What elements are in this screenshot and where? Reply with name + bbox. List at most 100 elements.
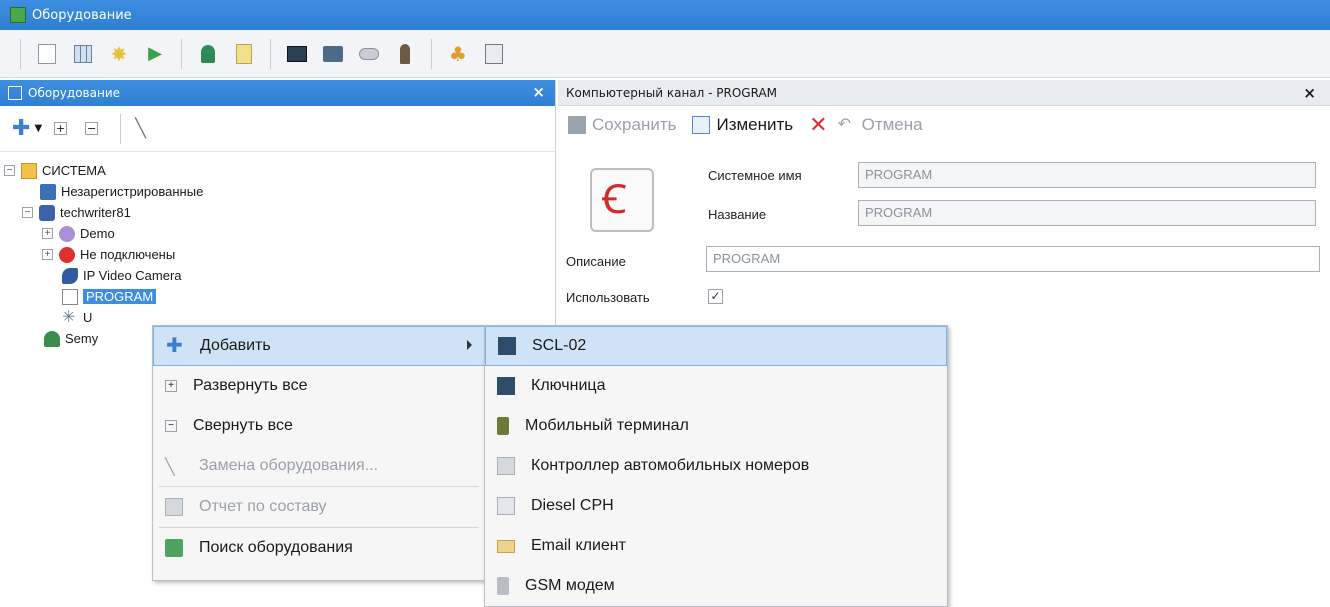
menu-item-label: Добавить [200, 337, 271, 354]
person-icon[interactable] [392, 41, 418, 67]
gsm-modem-icon [497, 577, 509, 595]
add-icon[interactable]: ✚ [12, 116, 30, 141]
menu-item-label: Замена оборудования... [199, 457, 379, 474]
users-icon[interactable]: ♣ [445, 41, 471, 67]
panel-icon [8, 86, 22, 100]
report-icon[interactable] [481, 41, 507, 67]
description-field[interactable]: PROGRAM [706, 246, 1320, 272]
submenu-item-plate-controller[interactable]: Контроллер автомобильных номеров [485, 446, 947, 486]
save-button[interactable]: Сохранить [568, 115, 676, 135]
edit-icon [692, 116, 711, 134]
operator-icon [44, 330, 60, 347]
undo-icon: ↶ [837, 116, 852, 133]
tree-node-unregistered[interactable]: Незарегистрированные [4, 181, 555, 202]
equipment-panel-title: Оборудование [28, 86, 120, 100]
details-actions: Сохранить Изменить ✕ ↶ Отмена [558, 106, 1330, 144]
details-panel-header: Компьютерный канал - PROGRAM × [558, 80, 1330, 106]
globe-icon [59, 225, 75, 242]
report-icon [165, 498, 183, 516]
user-icon[interactable] [195, 41, 221, 67]
tree-node-label: Незарегистрированные [61, 184, 204, 199]
expand-toggle-icon[interactable]: + [42, 228, 53, 239]
menu-item-label: Свернуть все [193, 417, 293, 434]
computer-channel-icon: Ꞓ [590, 168, 654, 232]
menu-item-replace-equipment[interactable]: ╲ Замена оборудования... [153, 446, 485, 486]
use-checkbox[interactable]: ✓ [708, 289, 723, 304]
menu-item-report[interactable]: Отчет по составу [153, 487, 485, 527]
add-submenu: SCL-02 Ключница Мобильный терминал Контр… [484, 325, 948, 607]
panel-toolbar: ✚ ▼ + − ╲ [0, 106, 555, 152]
tree-node-program[interactable]: PROGRAM [4, 286, 555, 307]
cancel-label: Отмена [861, 115, 923, 134]
system-name-field[interactable]: PROGRAM [858, 162, 1316, 188]
document-icon[interactable] [231, 41, 257, 67]
close-icon[interactable]: × [1303, 84, 1316, 102]
window-titlebar: Оборудование [0, 0, 1330, 30]
menu-item-add[interactable]: ✚ Добавить [153, 326, 485, 366]
unregistered-icon [40, 183, 56, 200]
page-icon[interactable] [34, 41, 60, 67]
equipment-panel-header: Оборудование × [0, 80, 555, 106]
toolbar-separator [20, 38, 21, 69]
submenu-item-diesel[interactable]: Diesel CPH [485, 486, 947, 526]
close-icon[interactable]: × [532, 83, 545, 101]
window-title: Оборудование [32, 7, 132, 23]
tree-node-demo[interactable]: + Demo [4, 223, 555, 244]
submenu-item-label: Контроллер автомобильных номеров [531, 457, 810, 474]
submenu-item-label: SCL-02 [532, 337, 587, 354]
edit-button[interactable]: Изменить [692, 115, 793, 135]
camera-icon [62, 267, 78, 284]
menu-item-expand-all[interactable]: + Развернуть все [153, 366, 485, 406]
add-icon: ✚ [166, 335, 183, 357]
email-icon [497, 539, 515, 553]
dropdown-arrow-icon[interactable]: ▼ [34, 123, 42, 134]
collapse-all-icon: − [165, 420, 177, 432]
submenu-item-label: Email клиент [531, 537, 626, 554]
key-cabinet-icon [497, 377, 515, 395]
toolbar-separator [181, 38, 182, 69]
network-icon[interactable] [320, 41, 346, 67]
tree-node-label: techwriter81 [60, 205, 131, 220]
disk-icon[interactable] [356, 41, 382, 67]
toolbar-separator [270, 38, 271, 69]
system-name-label: Системное имя [708, 168, 802, 183]
menu-item-label: Развернуть все [193, 377, 308, 394]
collapse-all-icon[interactable]: − [85, 122, 99, 135]
search-equipment-icon [165, 539, 183, 557]
tree-node-not-connected[interactable]: + Не подключены [4, 244, 555, 265]
expand-all-icon[interactable]: + [54, 122, 68, 135]
wrench-icon[interactable]: ╲ [135, 118, 146, 139]
submenu-item-email[interactable]: Email клиент [485, 526, 947, 566]
equipment-tree: − СИСТЕМА Незарегистрированные − techwri… [0, 152, 555, 349]
star-icon[interactable]: ✸ [106, 41, 132, 67]
submenu-item-gsm[interactable]: GSM модем [485, 566, 947, 606]
main-toolbar: ✸ ▶ ♣ [0, 30, 1330, 78]
submenu-item-label: GSM модем [525, 577, 615, 594]
green-arrow-icon[interactable]: ▶ [142, 41, 168, 67]
menu-item-label: Поиск оборудования [199, 539, 353, 556]
tree-node-ip-camera[interactable]: IP Video Camera [4, 265, 555, 286]
tree-node-label: IP Video Camera [83, 268, 182, 283]
save-label: Сохранить [592, 115, 677, 134]
submenu-item-key-cabinet[interactable]: Ключница [485, 366, 947, 406]
use-label: Использовать [566, 290, 650, 305]
menu-item-label: Отчет по составу [199, 498, 327, 515]
plate-controller-icon [497, 457, 515, 475]
grid-icon[interactable] [70, 41, 96, 67]
server-icon [39, 204, 55, 221]
submenu-item-mobile-terminal[interactable]: Мобильный терминал [485, 406, 947, 446]
details-panel-title: Компьютерный канал - PROGRAM [566, 85, 778, 100]
tree-node-label: U [83, 310, 93, 325]
collapse-toggle-icon[interactable]: − [22, 207, 33, 218]
submenu-item-scl02[interactable]: SCL-02 [485, 326, 947, 366]
tree-node-system[interactable]: − СИСТЕМА [4, 160, 555, 181]
submenu-item-label: Diesel CPH [531, 497, 614, 514]
name-field[interactable]: PROGRAM [858, 200, 1316, 226]
menu-item-collapse-all[interactable]: − Свернуть все [153, 406, 485, 446]
tree-node-server[interactable]: − techwriter81 [4, 202, 555, 223]
cancel-button[interactable]: ✕ ↶ Отмена [809, 112, 922, 138]
menu-item-search-equipment[interactable]: Поиск оборудования [153, 528, 485, 568]
collapse-toggle-icon[interactable]: − [4, 165, 15, 176]
expand-toggle-icon[interactable]: + [42, 249, 53, 260]
monitor-icon[interactable] [284, 41, 310, 67]
